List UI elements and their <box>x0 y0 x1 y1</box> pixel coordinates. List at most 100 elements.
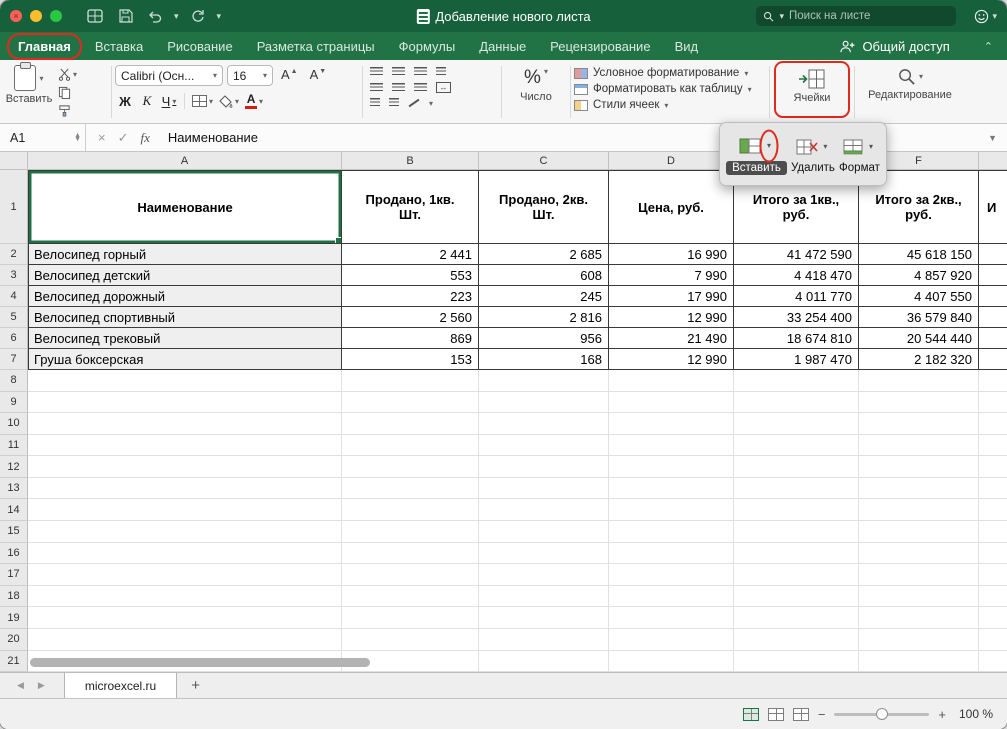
add-sheet-button[interactable]: + <box>177 673 214 698</box>
italic-button[interactable]: К <box>137 91 157 111</box>
feedback-button[interactable]: ▾ <box>974 9 997 24</box>
cell-B20[interactable] <box>342 629 479 651</box>
tab-review[interactable]: Рецензирование <box>550 39 650 54</box>
row-header-21[interactable]: 21 <box>0 651 28 672</box>
cell-C2[interactable]: 2 685 <box>479 244 609 265</box>
zoom-in-button[interactable]: + <box>938 707 946 722</box>
cell-B18[interactable] <box>342 586 479 608</box>
cell-C9[interactable] <box>479 392 609 414</box>
cell-A14[interactable] <box>28 499 342 521</box>
redo-icon[interactable] <box>187 6 209 26</box>
cell-B17[interactable] <box>342 564 479 586</box>
cell-D9[interactable] <box>609 392 734 414</box>
formula-bar-expand-icon[interactable]: ▼ <box>988 124 1007 151</box>
cell-B9[interactable] <box>342 392 479 414</box>
col-header-G[interactable] <box>979 152 1007 169</box>
cell-F20[interactable] <box>859 629 979 651</box>
cell-G20[interactable] <box>979 629 1007 651</box>
cell-G19[interactable] <box>979 607 1007 629</box>
cell-D18[interactable] <box>609 586 734 608</box>
cell-F18[interactable] <box>859 586 979 608</box>
tab-data[interactable]: Данные <box>479 39 526 54</box>
row-header-11[interactable]: 11 <box>0 435 28 457</box>
editing-group-button[interactable]: ▾ Редактирование <box>858 63 962 121</box>
cell-D16[interactable] <box>609 543 734 565</box>
cell-D11[interactable] <box>609 435 734 457</box>
cell-C20[interactable] <box>479 629 609 651</box>
select-all-corner[interactable] <box>0 152 28 169</box>
delete-cells-caret-icon[interactable]: ▾ <box>821 142 830 151</box>
normal-view-icon[interactable] <box>743 708 759 721</box>
row-header-2[interactable]: 2 <box>0 244 28 265</box>
zoom-out-button[interactable]: − <box>818 707 826 722</box>
cell-F8[interactable] <box>859 370 979 392</box>
insert-cells-item[interactable]: ▾ Вставить <box>726 134 787 175</box>
cell-D4[interactable]: 17 990 <box>609 286 734 307</box>
col-header-B[interactable]: B <box>342 152 479 169</box>
cell-D17[interactable] <box>609 564 734 586</box>
cell-A12[interactable] <box>28 456 342 478</box>
cell-B13[interactable] <box>342 478 479 500</box>
paste-button[interactable]: ▾ Вставить <box>6 65 52 121</box>
row-header-8[interactable]: 8 <box>0 370 28 392</box>
cell-E6[interactable]: 18 674 810 <box>734 328 859 349</box>
cell-A4[interactable]: Велосипед дорожный <box>28 286 342 307</box>
cell-B10[interactable] <box>342 413 479 435</box>
format-cells-item[interactable]: ▾ Формат <box>839 135 880 174</box>
cell-G13[interactable] <box>979 478 1007 500</box>
align-left-icon[interactable] <box>370 83 383 93</box>
percent-style-button[interactable]: %▾ <box>524 67 548 89</box>
cell-F17[interactable] <box>859 564 979 586</box>
conditional-formatting-button[interactable]: Условное форматирование ▾ <box>574 67 766 79</box>
cell-B1[interactable]: Продано, 1кв. Шт. <box>342 170 479 244</box>
cell-D19[interactable] <box>609 607 734 629</box>
font-color-button[interactable]: А ▾ <box>243 91 265 111</box>
row-header-15[interactable]: 15 <box>0 521 28 543</box>
tab-view[interactable]: Вид <box>675 39 699 54</box>
cell-A10[interactable] <box>28 413 342 435</box>
fill-color-button[interactable]: ▾ <box>217 91 241 111</box>
cell-B6[interactable]: 869 <box>342 328 479 349</box>
cell-B16[interactable] <box>342 543 479 565</box>
cell-F9[interactable] <box>859 392 979 414</box>
font-name-select[interactable]: Calibri (Осн... ▾ <box>115 65 223 86</box>
insert-cells-caret-icon[interactable]: ▾ <box>764 141 773 150</box>
name-box-stepper[interactable]: ▲▼ <box>74 134 81 142</box>
search-box[interactable]: ▾ Поиск на листе <box>756 6 956 26</box>
tab-home[interactable]: Главная <box>18 39 71 54</box>
row-header-7[interactable]: 7 <box>0 349 28 370</box>
toolbar-options-caret-icon[interactable]: ▾ <box>217 11 222 22</box>
cell-F10[interactable] <box>859 413 979 435</box>
cell-D7[interactable]: 12 990 <box>609 349 734 370</box>
row-header-17[interactable]: 17 <box>0 564 28 586</box>
cell-D12[interactable] <box>609 456 734 478</box>
cell-G12[interactable] <box>979 456 1007 478</box>
cell-E11[interactable] <box>734 435 859 457</box>
increase-indent-icon[interactable] <box>389 98 399 108</box>
underline-button[interactable]: Ч▾ <box>159 91 179 111</box>
cell-C16[interactable] <box>479 543 609 565</box>
cell-D13[interactable] <box>609 478 734 500</box>
cell-C18[interactable] <box>479 586 609 608</box>
tab-page-layout[interactable]: Разметка страницы <box>257 39 375 54</box>
cell-E20[interactable] <box>734 629 859 651</box>
cell-G5[interactable] <box>979 307 1007 328</box>
cell-A9[interactable] <box>28 392 342 414</box>
minimize-button[interactable] <box>30 10 42 22</box>
zoom-window-button[interactable] <box>50 10 62 22</box>
cell-A5[interactable]: Велосипед спортивный <box>28 307 342 328</box>
cell-B15[interactable] <box>342 521 479 543</box>
cell-E19[interactable] <box>734 607 859 629</box>
cell-G7[interactable] <box>979 349 1007 370</box>
cell-C17[interactable] <box>479 564 609 586</box>
align-middle-icon[interactable] <box>392 67 405 77</box>
font-size-select[interactable]: 16 ▾ <box>227 65 273 86</box>
zoom-slider[interactable] <box>834 713 929 716</box>
cell-B8[interactable] <box>342 370 479 392</box>
cell-E4[interactable]: 4 011 770 <box>734 286 859 307</box>
row-header-4[interactable]: 4 <box>0 286 28 307</box>
orientation-icon[interactable] <box>409 99 420 108</box>
copy-button[interactable] <box>58 85 77 100</box>
cell-F14[interactable] <box>859 499 979 521</box>
cell-F6[interactable]: 20 544 440 <box>859 328 979 349</box>
